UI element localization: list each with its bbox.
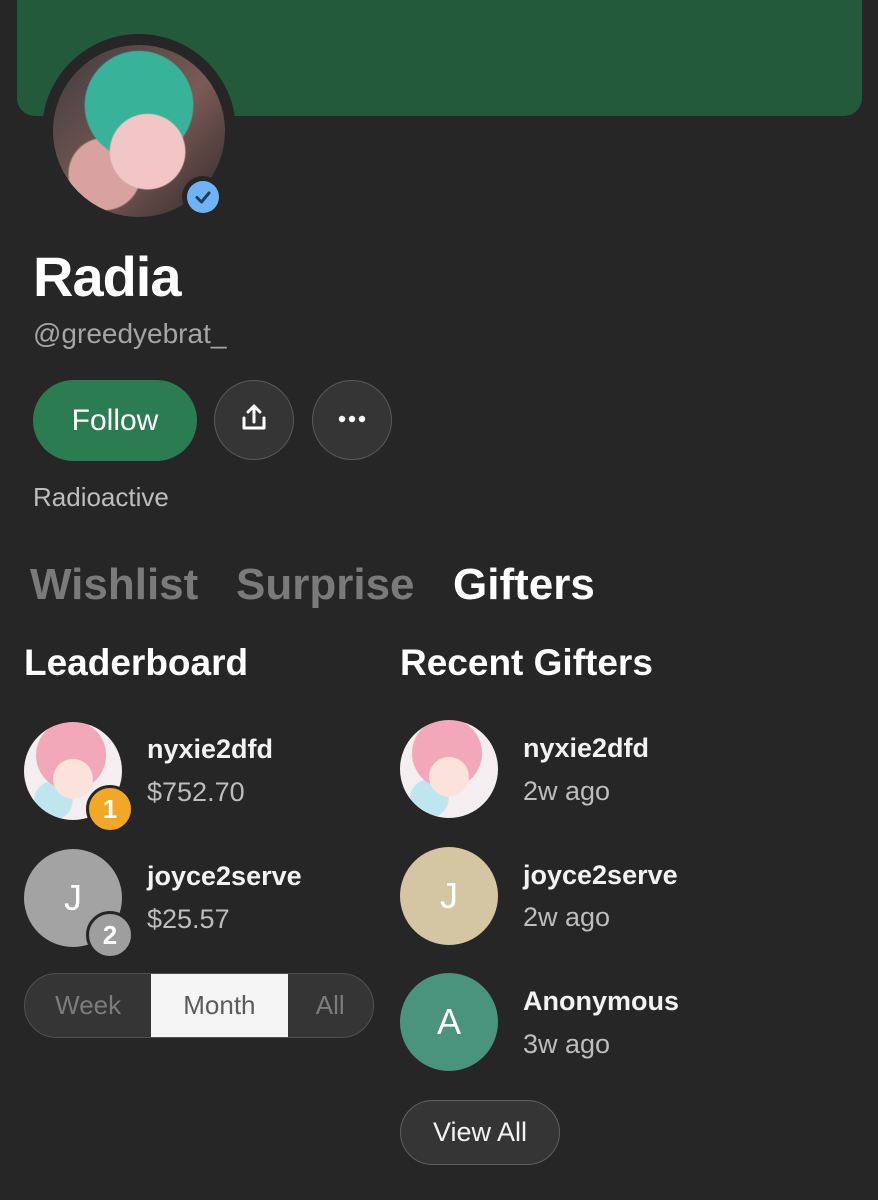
profile-bio: Radioactive <box>33 482 169 512</box>
view-all-button[interactable]: View All <box>400 1100 560 1165</box>
period-selector: Week Month All <box>24 973 374 1038</box>
period-week[interactable]: Week <box>25 974 151 1037</box>
share-button[interactable] <box>214 380 294 460</box>
more-options-button[interactable] <box>312 380 392 460</box>
leaderboard-amount: $25.57 <box>147 904 230 934</box>
tab-gifters[interactable]: Gifters <box>453 560 595 610</box>
avatar[interactable]: J <box>400 847 498 945</box>
recent-time: 3w ago <box>523 1029 611 1059</box>
share-upload-icon <box>237 401 271 440</box>
more-horizontal-icon <box>337 411 367 429</box>
recent-time: 2w ago <box>523 776 611 806</box>
tab-surprise[interactable]: Surprise <box>236 560 415 610</box>
period-all[interactable]: All <box>288 974 374 1037</box>
leaderboard-title: Leaderboard <box>24 642 249 683</box>
recent-username[interactable]: Anonymous <box>523 986 679 1017</box>
leaderboard-amount: $752.70 <box>147 777 245 807</box>
verified-check-icon <box>187 181 219 213</box>
tab-wishlist[interactable]: Wishlist <box>30 560 198 610</box>
rank-badge: 1 <box>86 785 134 833</box>
verified-badge <box>182 176 224 218</box>
avatar[interactable] <box>400 720 498 818</box>
follow-button[interactable]: Follow <box>33 380 197 461</box>
period-month[interactable]: Month <box>151 974 288 1037</box>
leaderboard-username[interactable]: nyxie2dfd <box>147 734 273 765</box>
recent-username[interactable]: joyce2serve <box>523 860 678 891</box>
profile-handle: @greedyebrat_ <box>33 318 227 349</box>
rank-badge: 2 <box>86 911 134 959</box>
recent-username[interactable]: nyxie2dfd <box>523 733 649 764</box>
avatar[interactable]: A <box>400 973 498 1071</box>
leaderboard-username[interactable]: joyce2serve <box>147 861 302 892</box>
profile-name: Radia <box>33 245 181 308</box>
recent-gifters-title: Recent Gifters <box>400 642 653 683</box>
recent-time: 2w ago <box>523 902 611 932</box>
